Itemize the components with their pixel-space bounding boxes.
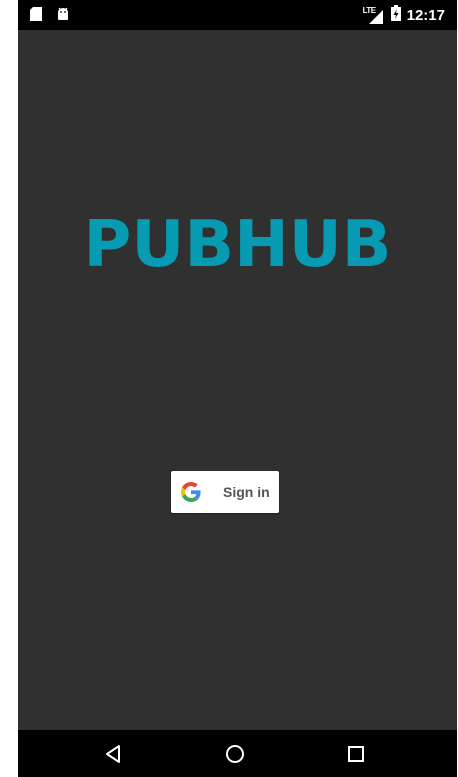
google-sign-in-button[interactable]: Sign in xyxy=(171,471,279,513)
home-icon[interactable] xyxy=(223,742,247,766)
battery-charging-icon xyxy=(390,5,401,26)
app-logo: PUBHUB xyxy=(83,208,392,282)
android-icon xyxy=(56,7,70,26)
recents-icon[interactable] xyxy=(344,742,368,766)
signal-icon: LTE xyxy=(363,6,385,25)
sd-card-icon xyxy=(30,7,42,26)
status-left-icons xyxy=(30,7,70,26)
navigation-bar xyxy=(18,730,457,777)
main-content: PUBHUB Sign in xyxy=(18,30,457,730)
status-right-icons: LTE 12:17 xyxy=(363,5,445,26)
status-time: 12:17 xyxy=(406,6,445,24)
phone-screen: LTE 12:17 PUBHUB Sign in xyxy=(18,0,457,777)
sign-in-label: Sign in xyxy=(223,484,270,500)
back-icon[interactable] xyxy=(102,742,126,766)
status-bar: LTE 12:17 xyxy=(18,0,457,30)
google-icon xyxy=(181,482,201,502)
